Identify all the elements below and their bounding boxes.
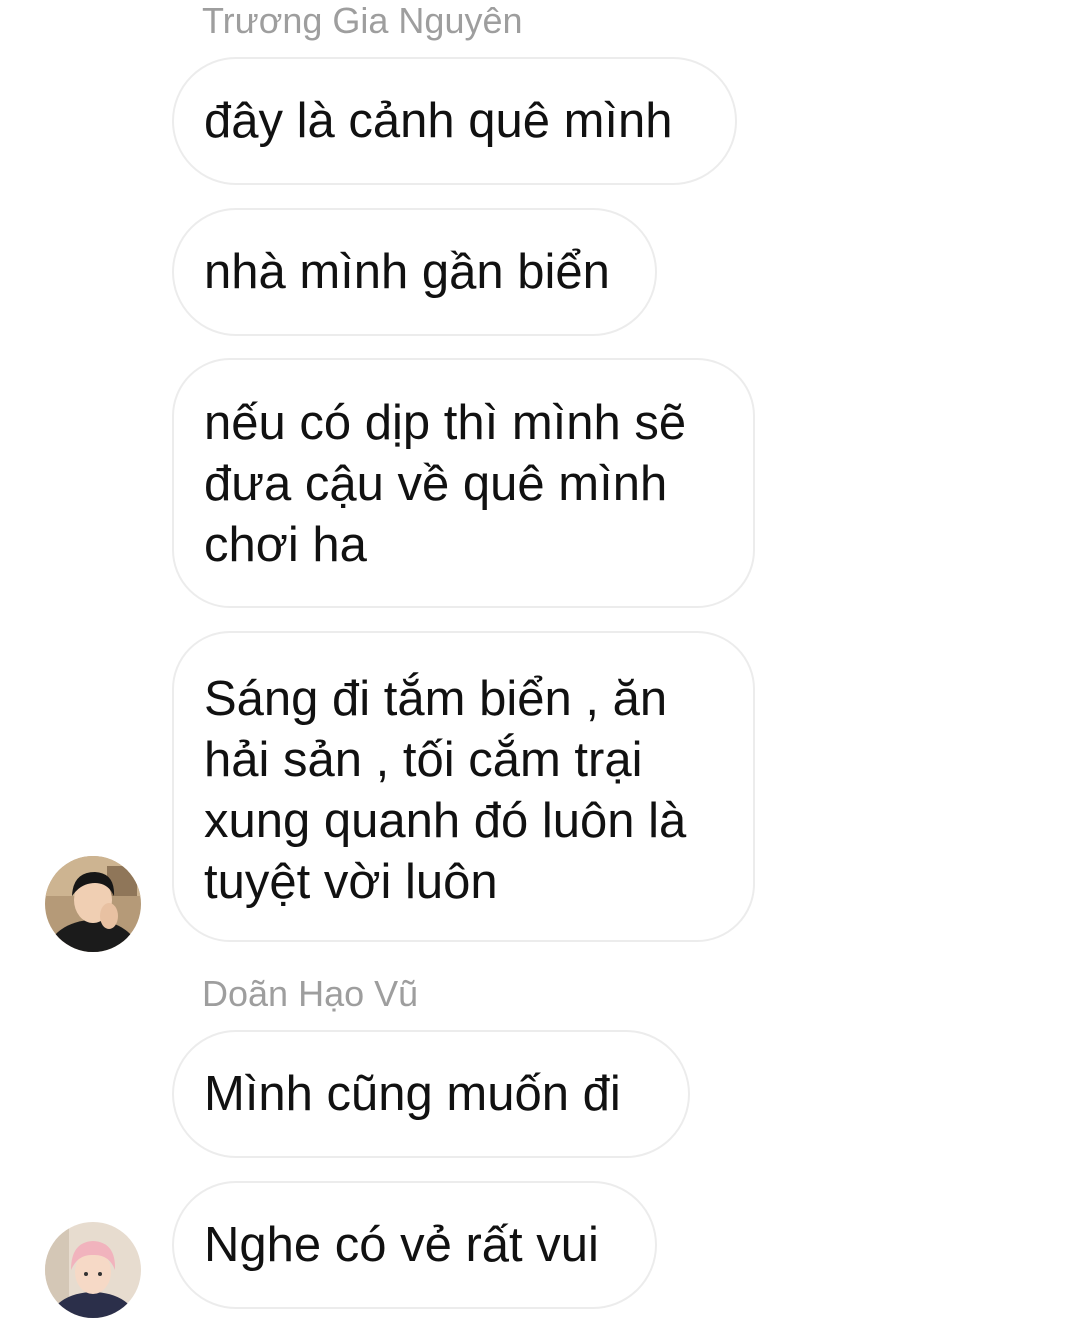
message-bubble[interactable]: Sáng đi tắm biển , ăn hải sản , tối cắm … bbox=[172, 631, 755, 942]
sender-name: Trương Gia Nguyên bbox=[202, 0, 523, 41]
avatar[interactable] bbox=[45, 1222, 141, 1318]
avatar[interactable] bbox=[45, 856, 141, 952]
message-bubble[interactable]: Mình cũng muốn đi bbox=[172, 1030, 690, 1158]
message-bubble[interactable]: Nghe có vẻ rất vui bbox=[172, 1181, 657, 1309]
message-bubble[interactable]: nếu có dịp thì mình sẽ đưa cậu về quê mì… bbox=[172, 358, 755, 608]
user-avatar-pink-hair-icon bbox=[45, 1222, 141, 1318]
message-bubble[interactable]: nhà mình gần biển bbox=[172, 208, 657, 336]
message-bubble[interactable]: đây là cảnh quê mình bbox=[172, 57, 737, 185]
sender-name: Doãn Hạo Vũ bbox=[202, 973, 419, 1014]
user-avatar-dark-hair-icon bbox=[45, 856, 141, 952]
